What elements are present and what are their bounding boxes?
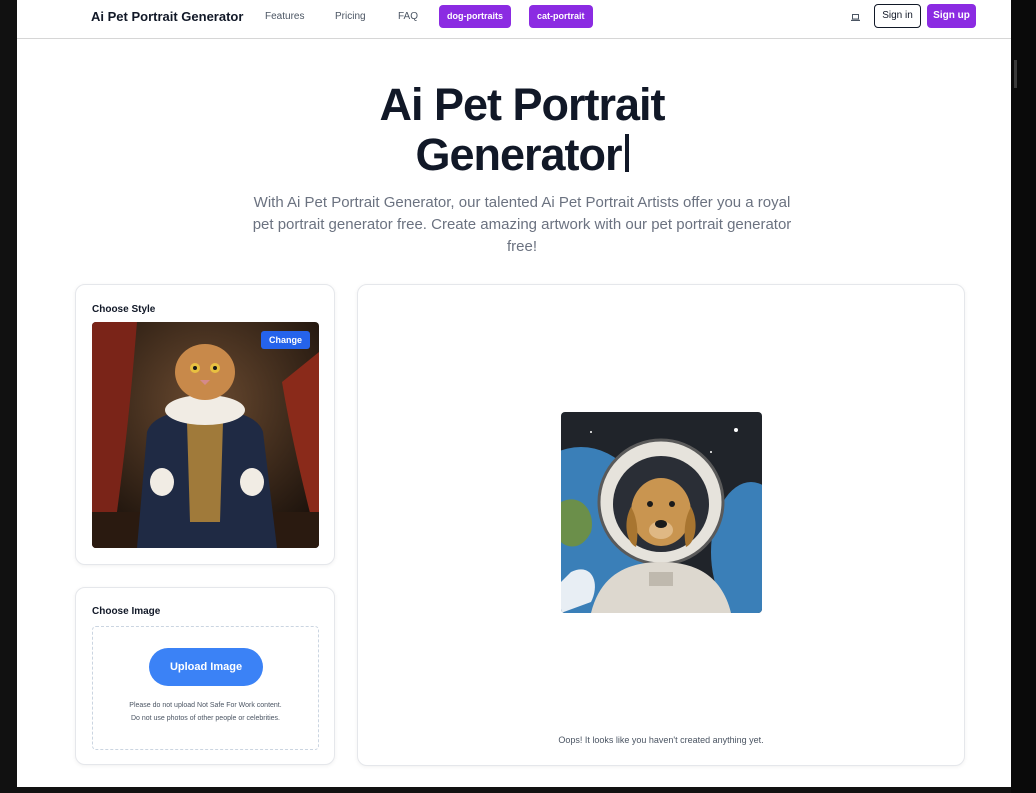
upload-image-button[interactable]: Upload Image	[149, 648, 263, 686]
window-edge	[1011, 0, 1036, 793]
nav-pricing[interactable]: Pricing	[335, 11, 366, 22]
nav-features[interactable]: Features	[265, 11, 304, 22]
sign-in-button[interactable]: Sign in	[874, 4, 921, 28]
brand-logo[interactable]: Ai Pet Portrait Generator	[91, 9, 243, 24]
nav-faq[interactable]: FAQ	[398, 11, 418, 22]
title-line-2-text: Generator	[415, 129, 622, 180]
astronaut-dog-preview-image	[561, 412, 762, 613]
empty-result-message: Oops! It looks like you haven't created …	[558, 735, 764, 745]
result-card: Oops! It looks like you haven't created …	[357, 284, 965, 766]
choose-style-card: Choose Style Change	[75, 284, 335, 565]
title-line-2: Generator	[17, 130, 1011, 180]
typing-caret	[624, 134, 629, 172]
cat-royal-portrait-image	[92, 322, 319, 548]
title-line-1: Ai Pet Portrait	[379, 79, 665, 130]
top-nav: Ai Pet Portrait Generator Features Prici…	[17, 0, 1011, 39]
page-title: Ai Pet Portrait Generator	[17, 80, 1011, 180]
change-style-button[interactable]: Change	[261, 331, 310, 349]
cat-portrait-link[interactable]: cat-portrait	[529, 5, 593, 28]
sign-up-button[interactable]: Sign up	[927, 4, 976, 28]
choose-image-title: Choose Image	[92, 606, 161, 617]
scrollbar-thumb[interactable]	[1014, 60, 1017, 88]
laptop-icon[interactable]	[851, 13, 860, 22]
choose-style-title: Choose Style	[92, 304, 156, 315]
dog-portraits-link[interactable]: dog-portraits	[439, 5, 511, 28]
page: Ai Pet Portrait Generator Features Prici…	[17, 0, 1011, 787]
hero-subtitle: With Ai Pet Portrait Generator, our tale…	[252, 194, 792, 255]
nsfw-note: Please do not upload Not Safe For Work c…	[129, 702, 282, 709]
upload-drop-zone[interactable]: Upload Image Please do not upload Not Sa…	[92, 626, 319, 750]
celebrity-note: Do not use photos of other people or cel…	[130, 715, 281, 722]
choose-image-card: Choose Image Upload Image Please do not …	[75, 587, 335, 765]
